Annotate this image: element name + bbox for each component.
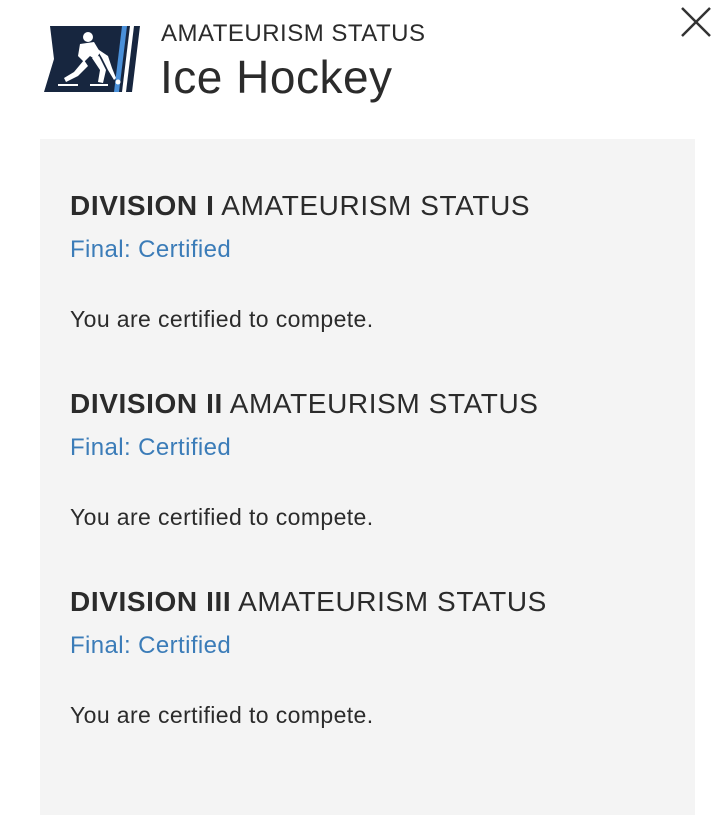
division-status-link[interactable]: Final: Certified: [70, 235, 231, 265]
division-status-message: You are certified to compete.: [70, 306, 374, 332]
close-icon[interactable]: [676, 2, 716, 42]
division-2-section: DIVISION II AMATEURISM STATUS Final: Cer…: [70, 387, 670, 531]
division-3-section: DIVISION III AMATEURISM STATUS Final: Ce…: [70, 585, 670, 729]
division-name: DIVISION III: [70, 586, 232, 617]
division-1-section: DIVISION I AMATEURISM STATUS Final: Cert…: [70, 189, 670, 333]
division-name: DIVISION II: [70, 388, 223, 419]
header-kicker: AMATEURISM STATUS: [161, 20, 426, 47]
ice-hockey-player-icon: [44, 26, 140, 92]
status-panel: DIVISION I AMATEURISM STATUS Final: Cert…: [40, 139, 695, 815]
amateurism-status-modal: AMATEURISM STATUS Ice Hockey DIVISION I …: [0, 0, 719, 837]
division-heading-suffix: AMATEURISM STATUS: [231, 586, 547, 617]
division-heading: DIVISION II AMATEURISM STATUS: [70, 387, 670, 421]
division-heading-suffix: AMATEURISM STATUS: [222, 388, 539, 419]
division-status-message: You are certified to compete.: [70, 702, 374, 728]
modal-header: AMATEURISM STATUS Ice Hockey: [0, 0, 719, 120]
division-heading-suffix: AMATEURISM STATUS: [214, 190, 531, 221]
division-heading: DIVISION I AMATEURISM STATUS: [70, 189, 670, 223]
division-status-link[interactable]: Final: Certified: [70, 433, 231, 463]
division-name: DIVISION I: [70, 190, 215, 221]
division-status-link[interactable]: Final: Certified: [70, 631, 231, 661]
division-status-message: You are certified to compete.: [70, 504, 374, 530]
page-title: Ice Hockey: [160, 51, 393, 103]
division-heading: DIVISION III AMATEURISM STATUS: [70, 585, 670, 619]
